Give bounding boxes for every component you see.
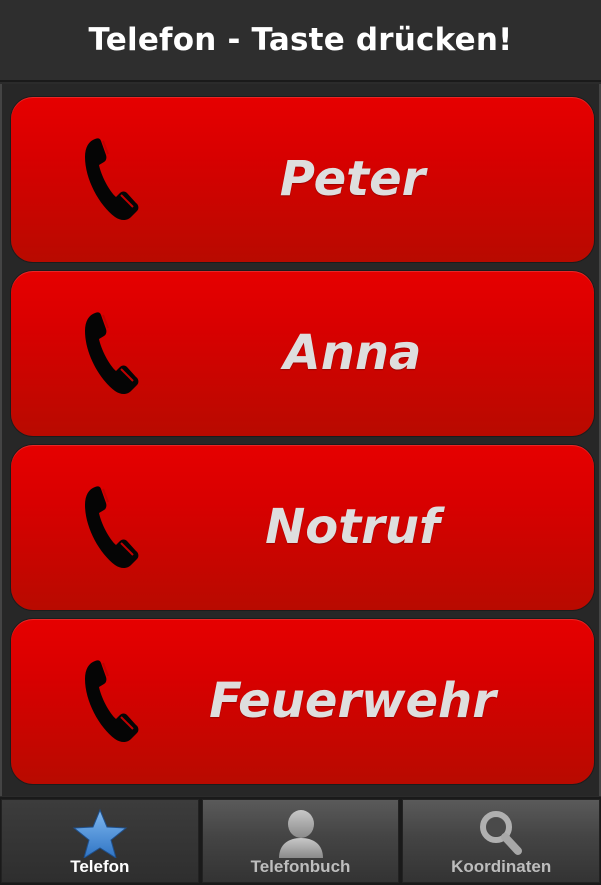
call-button-label: Notruf [265,499,440,555]
call-button-label: Peter [279,151,426,207]
call-button-anna[interactable]: Anna [11,271,594,436]
tab-label: Telefon [70,857,130,876]
magnifier-icon [480,811,523,855]
title-bar: Telefon - Taste drücken! [0,0,601,82]
tab-label: Telefonbuch [250,857,351,876]
phone-app: Telefon - Taste drücken! Peter Anna Notr… [0,0,601,885]
star-icon [72,808,128,858]
tab-koordinaten[interactable]: Koordinaten [402,799,601,883]
contact-button-list: Peter Anna Notruf Feuerwehr [0,84,601,796]
call-button-notruf[interactable]: Notruf [11,445,594,610]
page-title: Telefon - Taste drücken! [88,22,513,58]
tab-telefon[interactable]: Telefon [1,799,199,883]
bottom-tab-bar: Telefon Telefonbuch Koordinaten [0,797,601,885]
person-icon [278,810,323,858]
call-button-feuerwehr[interactable]: Feuerwehr [11,619,594,784]
call-button-label: Feuerwehr [209,673,496,729]
call-button-label: Anna [283,325,422,381]
tab-label: Koordinaten [451,857,552,876]
tab-telefonbuch[interactable]: Telefonbuch [201,799,400,883]
call-button-peter[interactable]: Peter [11,97,594,262]
